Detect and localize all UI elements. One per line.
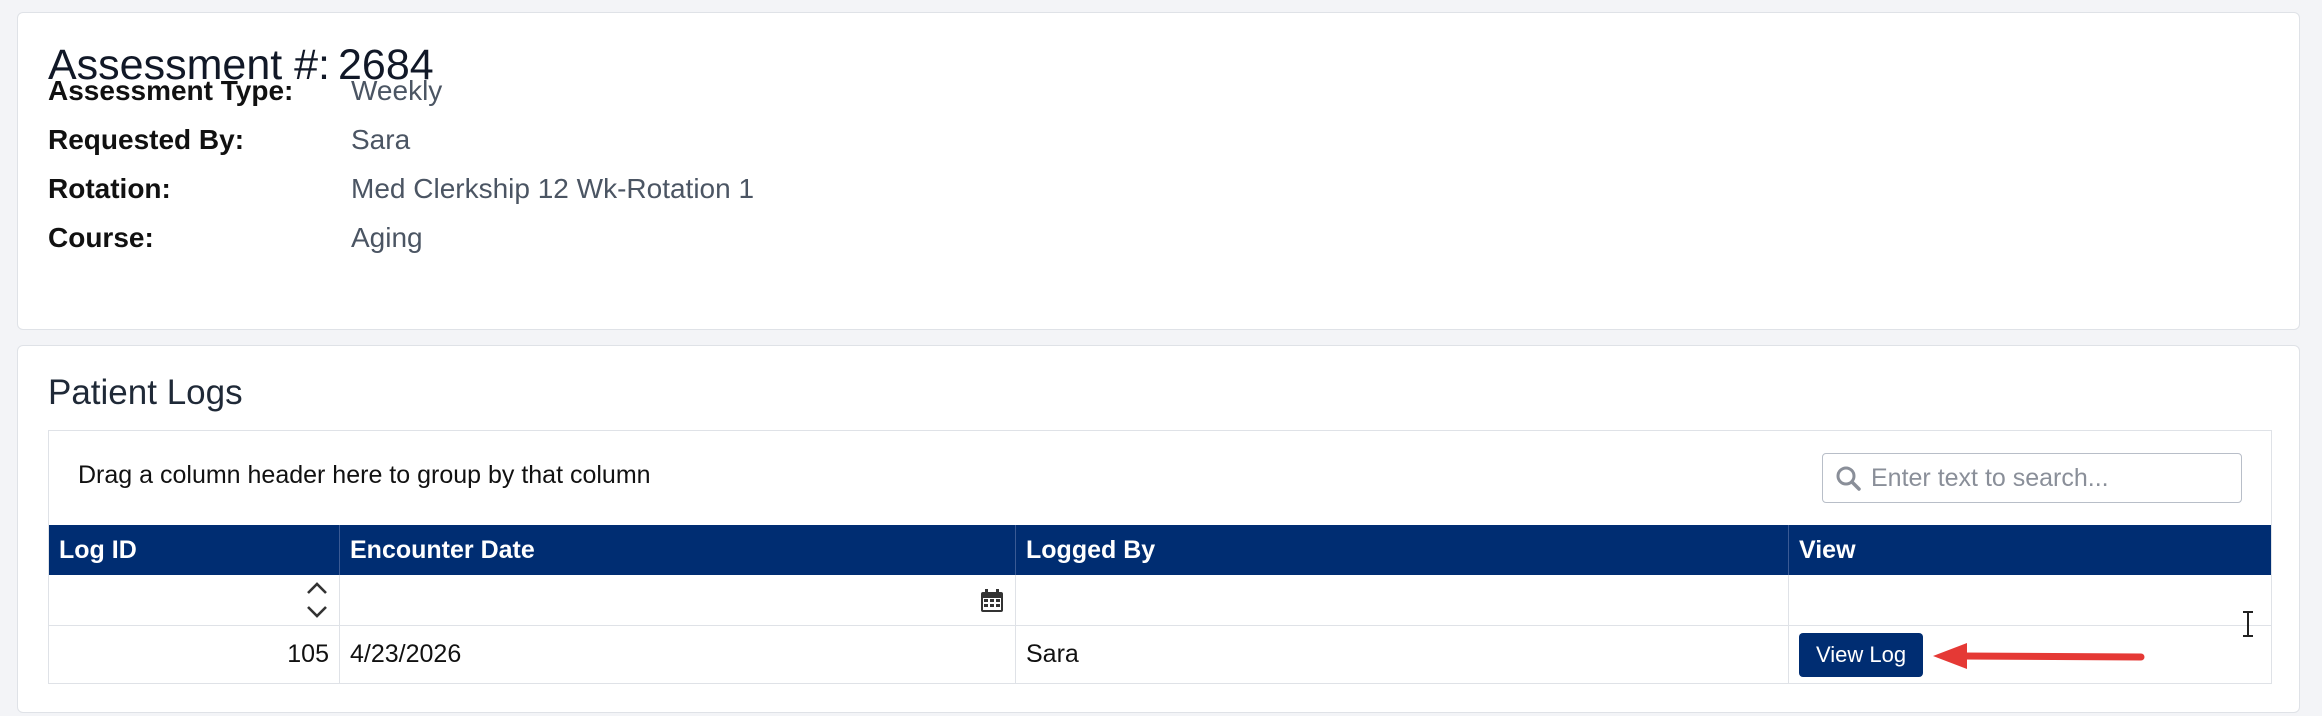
view-log-button[interactable]: View Log [1799,633,1924,677]
sort-spin-icon[interactable] [305,578,329,622]
patient-logs-title: Patient Logs [48,373,243,412]
column-header-log-id[interactable]: Log ID [49,525,340,575]
filter-log-id[interactable] [49,575,340,625]
rotation-label: Rotation: [48,173,171,204]
cell-encounter-date: 4/23/2026 [340,625,1016,684]
rotation-row: Rotation: Med Clerkship 12 Wk-Rotation 1 [48,173,754,205]
cell-logged-by: Sara [1016,625,1789,684]
search-input[interactable] [1869,462,2233,494]
group-panel[interactable]: Drag a column header here to group by th… [49,431,2271,525]
course-label: Course: [48,222,154,253]
assessment-card: Assessment #: 2684 Assessment Type: Week… [17,12,2300,330]
search-box[interactable] [1822,453,2242,503]
requested-by-value: Sara [351,124,411,155]
search-icon [1836,466,1861,491]
column-header-view[interactable]: View [1789,525,2271,575]
column-header-logged-by[interactable]: Logged By [1016,525,1789,575]
rotation-value: Med Clerkship 12 Wk-Rotation 1 [351,173,755,204]
filter-encounter-date[interactable] [340,575,1016,625]
arrow-icon [1933,643,2145,669]
requested-by-row: Requested By: Sara [48,124,410,156]
assessment-type-value: Weekly [351,75,443,106]
cell-log-id: 105 [49,625,340,684]
course-row: Course: Aging [48,222,423,254]
requested-by-label: Requested By: [48,124,245,155]
filter-row [49,575,2271,626]
column-header-row: Log ID Encounter Date Logged By View [49,525,2271,575]
filter-logged-by[interactable] [1016,575,1789,625]
text-cursor-icon [2243,611,2253,637]
column-header-encounter-date[interactable]: Encounter Date [340,525,1016,575]
course-value: Aging [351,222,423,253]
group-panel-text: Drag a column header here to group by th… [78,461,651,489]
calendar-icon[interactable] [979,588,1005,614]
assessment-type-row: Assessment Type: Weekly [48,75,442,107]
assessment-type-label: Assessment Type: [48,75,294,106]
filter-view [1789,575,2271,625]
